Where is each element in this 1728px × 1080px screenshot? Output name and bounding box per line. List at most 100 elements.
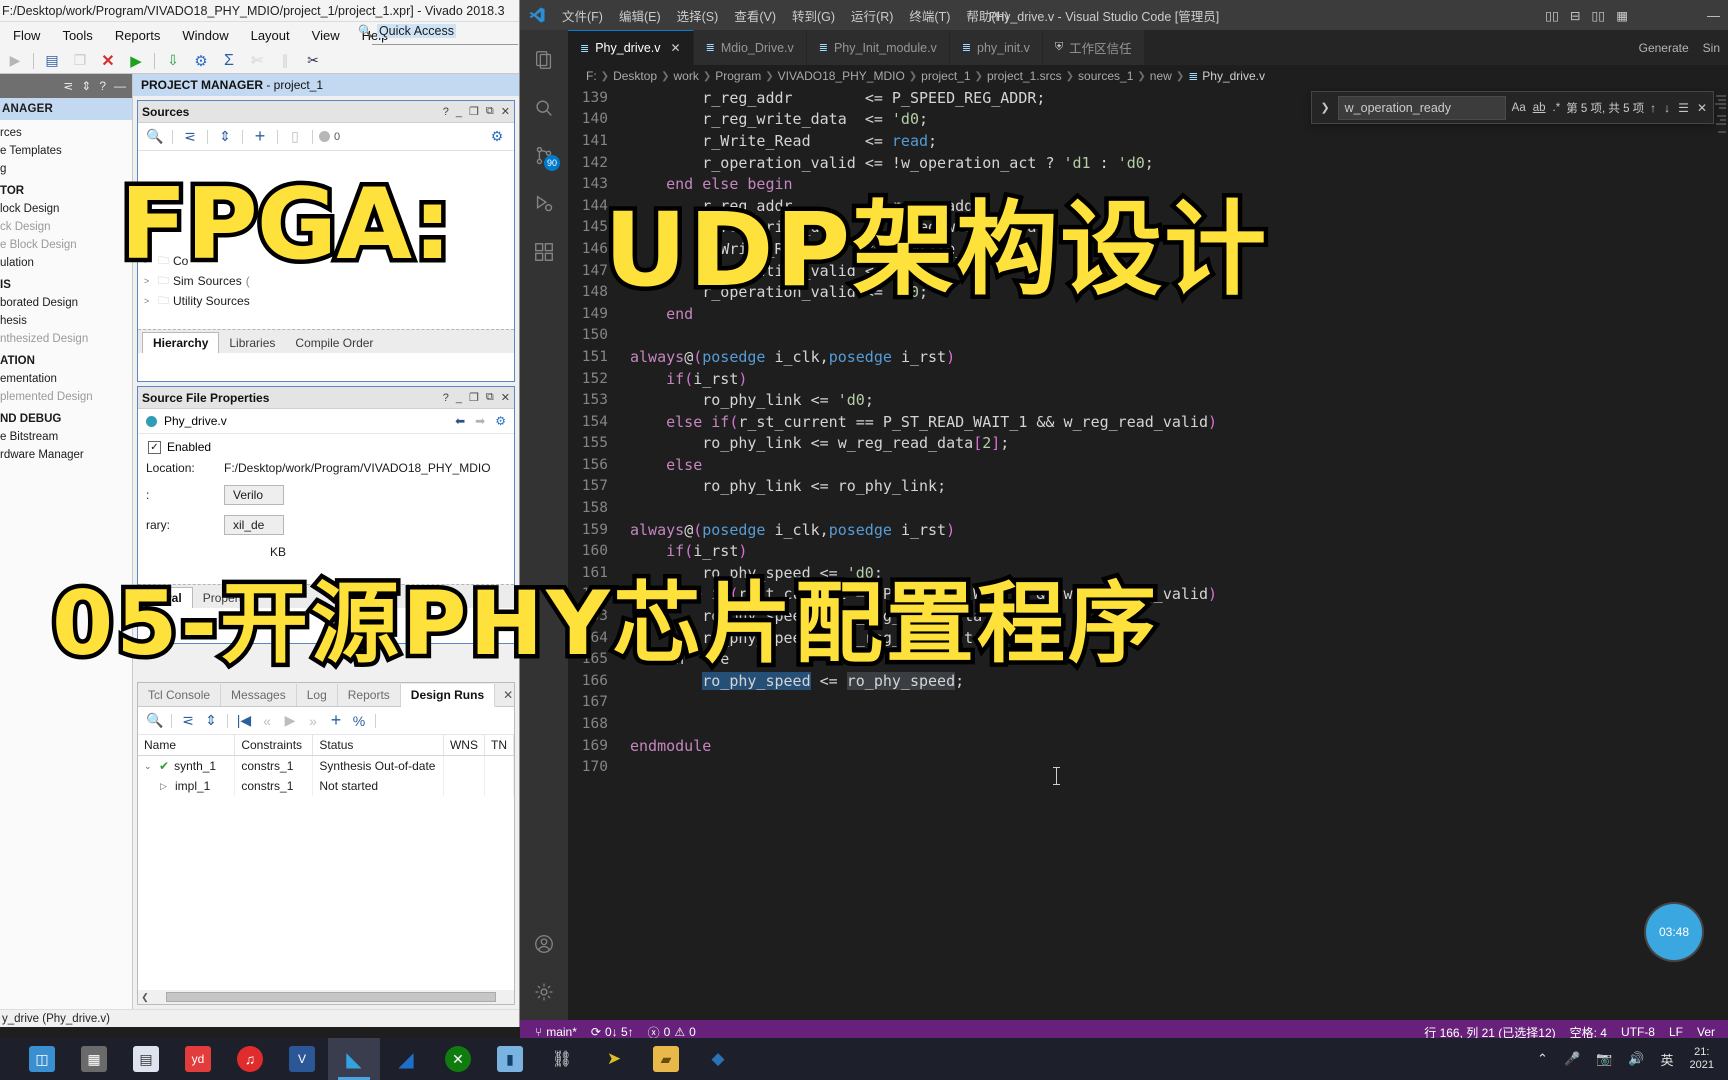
breadcrumb-item[interactable]: sources_1 xyxy=(1078,69,1133,83)
code-text[interactable]: if(i_rst) xyxy=(630,370,747,388)
code-text[interactable]: ro_phy_link <= w_reg_read_data[2]; xyxy=(630,434,1009,452)
code-lines[interactable]: 139 r_reg_addr <= P_SPEED_REG_ADDR; 140 r… xyxy=(568,87,1728,1020)
col-wns[interactable]: WNS xyxy=(443,735,486,756)
find-in-selection-icon[interactable]: ☰ xyxy=(1678,101,1689,115)
code-text[interactable]: r_operation_valid <= 'd0; xyxy=(630,283,928,301)
code-text[interactable]: ro_phy_speed <= w_reg_read_data[6:5]; xyxy=(630,629,1036,647)
code-line[interactable]: 144 r_reg_addr <= r_reg_addr; xyxy=(568,195,1728,217)
tab-general[interactable]: neral xyxy=(142,587,193,608)
horizontal-scrollbar[interactable]: ❮ xyxy=(138,990,514,1004)
breadcrumb-item[interactable]: VIVADO18_PHY_MDIO xyxy=(778,69,905,83)
help-icon[interactable]: ? xyxy=(443,392,449,404)
menu-edit[interactable]: 编辑(E) xyxy=(611,3,669,28)
code-text[interactable]: r_operation_valid <= !w_operation_act ? … xyxy=(630,154,1154,172)
code-text[interactable]: en se xyxy=(630,650,729,668)
find-widget[interactable]: ❯ w_operation_ready Aa ab .* 第 5 项, 共 5 … xyxy=(1311,91,1714,124)
tab-messages[interactable]: Messages xyxy=(221,684,297,706)
taskbar-clock[interactable]: 21: 2021 xyxy=(1690,1046,1714,1072)
fn-item-generate-block-design[interactable]: e Block Design xyxy=(0,236,132,254)
collapse-all-icon[interactable]: ⋜ xyxy=(179,127,201,147)
code-line[interactable]: 154 else if(r_st_current == P_ST_READ_WA… xyxy=(568,411,1728,433)
fn-item-open-block-design[interactable]: ck Design xyxy=(0,218,132,236)
code-text[interactable]: r_Write_Read <= r_Write_Read; xyxy=(630,240,1009,258)
collapse-all-icon[interactable]: ⋜ xyxy=(177,711,199,731)
code-text[interactable]: ro_phy_link <= ro_phy_link; xyxy=(630,477,946,495)
run-icon[interactable]: ▶ xyxy=(123,50,149,72)
code-line[interactable]: 165 en se xyxy=(568,648,1728,670)
type-value[interactable]: Verilo xyxy=(224,485,284,505)
code-line[interactable]: 147 r_operation_valid <= 'd0; xyxy=(568,260,1728,282)
quick-access-box[interactable]: 🔍 Quick Access xyxy=(358,24,518,38)
taskbar-network-icon[interactable]: ⛓ xyxy=(536,1038,588,1080)
code-line[interactable]: 141 r_Write_Read <= read; xyxy=(568,130,1728,152)
code-line[interactable]: 156 else xyxy=(568,454,1728,476)
search-icon[interactable]: 🔍 xyxy=(144,127,166,147)
tab-hierarchy[interactable]: Hierarchy xyxy=(142,332,220,353)
expand-all-icon[interactable]: ⇕ xyxy=(214,127,236,147)
chevron-right-icon[interactable]: > xyxy=(144,256,154,266)
sigma-icon[interactable]: Σ xyxy=(216,50,242,72)
code-line[interactable]: 153 ro_phy_link <= 'd0; xyxy=(568,389,1728,411)
source-control-icon[interactable]: 90 xyxy=(520,132,568,180)
menu-reports[interactable]: Reports xyxy=(104,26,172,45)
taskbar-netease-music-icon[interactable]: ♫ xyxy=(224,1038,276,1080)
tab-reports[interactable]: Reports xyxy=(338,684,401,706)
taskbar-vscode-icon[interactable]: ◣ xyxy=(328,1038,380,1080)
download-icon[interactable]: ⇩ xyxy=(160,50,186,72)
menu-flow[interactable]: Flow xyxy=(2,26,51,45)
taskbar-media-icon[interactable]: ▮ xyxy=(484,1038,536,1080)
run-and-debug-icon[interactable] xyxy=(520,180,568,228)
menu-view[interactable]: 查看(V) xyxy=(726,3,784,28)
help-icon[interactable]: ? xyxy=(99,79,106,93)
code-editor[interactable]: 139 r_reg_addr <= P_SPEED_REG_ADDR; 140 r… xyxy=(568,87,1728,1020)
code-text[interactable]: always@(posedge i_clk,posedge i_rst) xyxy=(630,521,955,539)
close-icon[interactable]: ✕ xyxy=(501,391,510,404)
close-icon[interactable]: ✕ xyxy=(501,105,510,118)
menu-help[interactable]: 帮助(H) xyxy=(958,3,1016,28)
camera-icon[interactable]: 📷 xyxy=(1596,1051,1612,1067)
fn-item-generate-bitstream[interactable]: e Bitstream xyxy=(0,428,132,446)
code-text[interactable]: r_reg_write_data <= 'd0; xyxy=(630,110,928,128)
chevron-right-icon[interactable]: > xyxy=(144,276,154,286)
back-arrow-icon[interactable]: ▶ xyxy=(2,50,28,72)
menu-view[interactable]: View xyxy=(301,26,351,45)
table-row[interactable]: ▷ impl_1 constrs_1 Not started xyxy=(138,776,514,796)
ime-indicator[interactable]: 英 xyxy=(1661,1050,1674,1069)
toggle-panel-icon[interactable]: ⊟ xyxy=(1570,8,1580,23)
gear-icon[interactable] xyxy=(520,968,568,1016)
tab-mdio-drive-v[interactable]: ≣ Mdio_Drive.v xyxy=(693,30,807,65)
breadcrumb-item[interactable]: project_1 xyxy=(921,69,970,83)
minimize-icon[interactable]: — xyxy=(114,79,126,93)
menu-select[interactable]: 选择(S) xyxy=(669,3,727,28)
fn-item-open-elaborated-design[interactable]: borated Design xyxy=(0,294,132,312)
col-tns[interactable]: TN xyxy=(484,735,514,756)
scroll-left-icon[interactable]: ❮ xyxy=(138,992,152,1003)
minimize-window-icon[interactable]: — xyxy=(1707,8,1720,23)
col-name[interactable]: Name xyxy=(138,735,236,756)
code-line[interactable]: 142 r_operation_valid <= !w_operation_ac… xyxy=(568,152,1728,174)
tab-tcl-console[interactable]: Tcl Console xyxy=(138,684,222,706)
menu-run[interactable]: 运行(R) xyxy=(843,3,901,28)
generate-action[interactable]: Generate xyxy=(1639,41,1689,55)
maximize-icon[interactable]: ❐ xyxy=(469,391,479,404)
code-text[interactable]: ro_phy_speed <= w_reg_read_data[6:5]; xyxy=(630,607,1036,625)
code-text[interactable]: else if(r_st_current == P_ST_READ_WAIT_2… xyxy=(630,585,1217,603)
code-line[interactable]: 148 r_operation_valid <= 'd0; xyxy=(568,281,1728,303)
code-text[interactable]: r_operation_valid <= 'd0; xyxy=(630,262,928,280)
code-line[interactable]: 162 else if(r_st_current == P_ST_READ_WA… xyxy=(568,584,1728,606)
tree-node-constraints[interactable]: > 🗀 Co xyxy=(144,251,514,271)
library-value[interactable]: xil_de xyxy=(224,515,284,535)
scrollbar-thumb[interactable] xyxy=(166,992,496,1002)
help-icon[interactable]: ? xyxy=(443,106,449,118)
close-icon[interactable]: ✕ xyxy=(671,41,681,55)
file-icon[interactable]: ▤ xyxy=(39,50,65,72)
code-text[interactable]: end else begin xyxy=(630,175,792,193)
code-line[interactable]: 170 xyxy=(568,756,1728,778)
float-icon[interactable]: ⧉ xyxy=(486,105,494,118)
use-regex-icon[interactable]: .* xyxy=(1553,102,1561,114)
code-text[interactable]: if(i_rst) xyxy=(630,542,747,560)
percent-icon[interactable]: % xyxy=(348,711,370,731)
code-text[interactable]: ro_phy_speed <= 'd0; xyxy=(630,564,883,582)
code-text[interactable]: end xyxy=(630,305,693,323)
expand-all-icon[interactable]: ⇕ xyxy=(200,711,222,731)
